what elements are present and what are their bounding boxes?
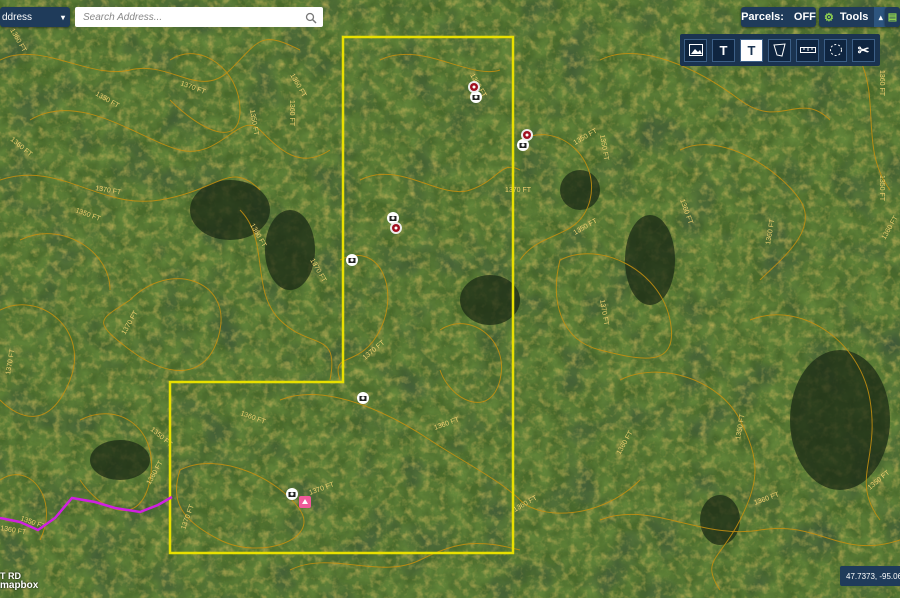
tools-button[interactable]: ⚙ Tools ▴	[819, 7, 887, 27]
coordinates-readout: 47.7373, -95.066	[840, 566, 900, 586]
tools-label: Tools	[839, 11, 869, 23]
parcels-value: OFF	[793, 11, 816, 23]
parcels-label: Parcels:	[741, 11, 784, 23]
drawing-toolbar: T T ✂	[680, 34, 880, 66]
address-tab[interactable]: ddress ▾	[0, 7, 70, 27]
stand-marker[interactable]	[521, 129, 533, 141]
gear-icon: ⚙	[824, 11, 834, 24]
contour-label: 1370 FT	[505, 187, 532, 194]
search-input[interactable]	[81, 10, 305, 24]
camera-marker[interactable]	[470, 91, 482, 103]
text-box-icon[interactable]: T	[740, 38, 763, 62]
layers-button[interactable]: ▤	[885, 7, 900, 27]
address-tab-label: ddress	[2, 11, 33, 23]
camera-marker[interactable]	[286, 488, 298, 500]
search-box[interactable]	[75, 7, 323, 27]
cabin-marker[interactable]	[299, 496, 311, 508]
image-icon[interactable]	[684, 38, 707, 62]
contour-label: 1360 FT	[878, 70, 885, 97]
contour-label: 1350 FT	[878, 175, 885, 202]
ruler-icon[interactable]	[796, 38, 819, 62]
camera-marker[interactable]	[357, 392, 369, 404]
layers-icon: ▤	[887, 11, 898, 23]
text-icon[interactable]: T	[712, 38, 735, 62]
parcels-toggle[interactable]: Parcels: OFF	[741, 7, 816, 27]
mapbox-attribution[interactable]: mapbox	[0, 580, 38, 591]
polygon-icon[interactable]	[768, 38, 791, 62]
camera-marker[interactable]	[346, 254, 358, 266]
chevron-down-icon: ▾	[60, 12, 65, 22]
stand-marker[interactable]	[468, 81, 480, 93]
search-icon[interactable]	[305, 11, 317, 24]
satellite-map[interactable]: 1360 FT1350 FT1370 FT 1360 FT1360 FT1350 …	[0, 0, 900, 598]
contour-label: 1360 FT	[288, 100, 295, 127]
circle-icon[interactable]	[824, 38, 847, 62]
scissors-icon[interactable]: ✂	[852, 38, 875, 62]
stand-marker[interactable]	[390, 222, 402, 234]
